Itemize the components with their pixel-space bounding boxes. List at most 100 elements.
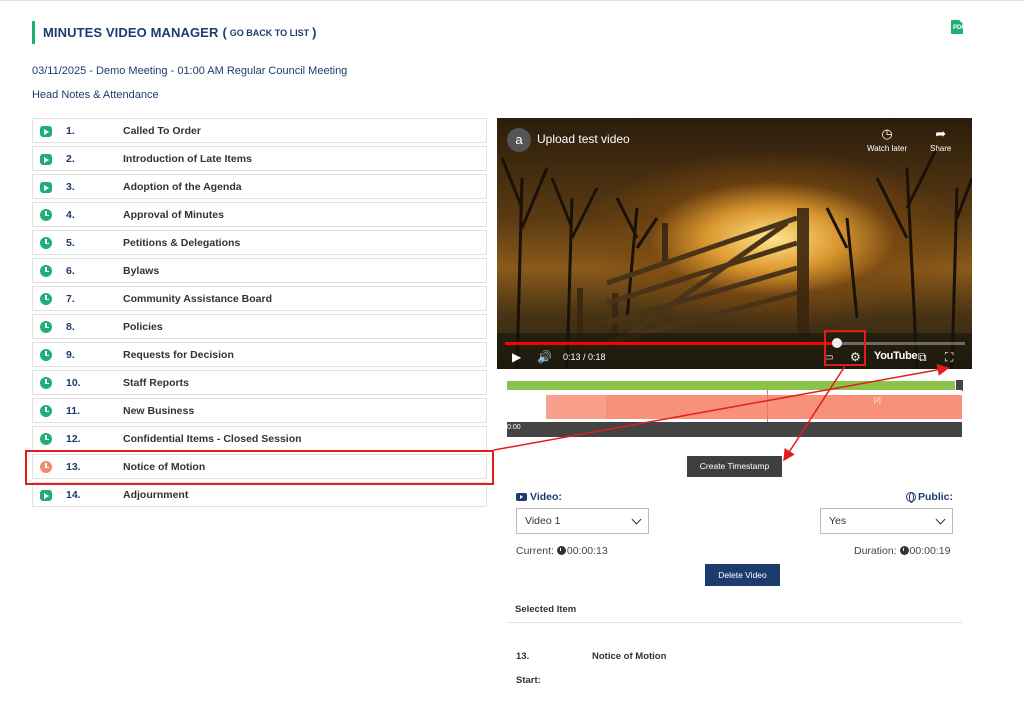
agenda-item-number: 7.	[66, 292, 75, 305]
share-button[interactable]: ➦ Share	[930, 126, 951, 153]
public-select-value: Yes	[829, 515, 847, 527]
agenda-item-label: Approval of Minutes	[123, 208, 224, 221]
agenda-item-number: 8.	[66, 320, 75, 333]
agenda-item[interactable]: 12. Confidential Items - Closed Session	[32, 426, 487, 451]
agenda-item[interactable]: 4. Approval of Minutes	[32, 202, 487, 227]
agenda-item[interactable]: 2. Introduction of Late Items	[32, 146, 487, 171]
agenda-item[interactable]: 5. Petitions & Delegations	[32, 230, 487, 255]
agenda-item-number: 2.	[66, 152, 75, 165]
clock-icon[interactable]	[40, 349, 52, 361]
progress-played	[505, 342, 838, 345]
clock-icon: ◷	[881, 126, 893, 141]
current-label: Current:	[516, 545, 554, 557]
agenda-item-label: Introduction of Late Items	[123, 152, 252, 165]
agenda-item-number: 5.	[66, 236, 75, 249]
public-select-label: Public:	[906, 491, 954, 504]
agenda-item[interactable]: 8. Policies	[32, 314, 487, 339]
agenda-item-number: 10.	[66, 376, 81, 389]
create-timestamp-button[interactable]: Create Timestamp	[687, 456, 782, 477]
agenda-item-number: 9.	[66, 348, 75, 361]
agenda-item-number: 6.	[66, 264, 75, 277]
agenda-item[interactable]: 10. Staff Reports	[32, 370, 487, 395]
delete-video-button[interactable]: Delete Video	[705, 564, 780, 586]
timeline-start-label: 0:00	[507, 424, 521, 431]
video-select[interactable]: Video 1	[516, 508, 649, 534]
agenda-item[interactable]: 6. Bylaws	[32, 258, 487, 283]
annotation-highlight-scrubber	[824, 330, 866, 366]
agenda-item-number: 1.	[66, 124, 75, 137]
clock-icon[interactable]	[40, 209, 52, 221]
timeline[interactable]: [2] 0:00	[507, 380, 963, 437]
agenda-item[interactable]: 14. Adjournment	[32, 482, 487, 507]
video-title[interactable]: Upload test video	[537, 132, 630, 146]
page-header: MINUTES VIDEO MANAGER ( GO BACK TO LIST …	[32, 21, 316, 44]
cast-icon[interactable]: ⧉	[918, 350, 927, 365]
clock-icon[interactable]	[40, 377, 52, 389]
clock-icon[interactable]	[40, 265, 52, 277]
go-back-link[interactable]: GO BACK TO LIST	[230, 28, 309, 38]
agenda-item-label: Adjournment	[123, 488, 189, 501]
divider	[507, 622, 962, 623]
agenda-item-label: Adoption of the Agenda	[123, 180, 242, 193]
agenda-item-label: Staff Reports	[123, 376, 189, 389]
video-player[interactable]: a Upload test video ◷ Watch later ➦ Shar…	[497, 118, 972, 369]
video-play-icon[interactable]	[40, 154, 52, 165]
agenda-item[interactable]: 9. Requests for Decision	[32, 342, 487, 367]
clock-icon	[899, 546, 909, 555]
selected-item-number: 13.	[516, 651, 530, 662]
selected-item-name: Notice of Motion	[592, 651, 667, 662]
play-icon[interactable]: ▶	[512, 350, 521, 364]
paren-open: (	[222, 25, 227, 40]
video-play-icon[interactable]	[40, 182, 52, 193]
chevron-down-icon	[935, 514, 946, 525]
agenda-item-label: Petitions & Delegations	[123, 236, 241, 249]
duration-label: Duration:	[854, 545, 897, 557]
agenda-item[interactable]: 7. Community Assistance Board	[32, 286, 487, 311]
agenda-item-number: 3.	[66, 180, 75, 193]
share-label: Share	[930, 144, 952, 153]
watch-later-button[interactable]: ◷ Watch later	[867, 126, 907, 153]
current-value: 00:00:13	[566, 545, 608, 557]
timeline-segment-start[interactable]	[546, 395, 606, 419]
agenda-item-number: 4.	[66, 208, 75, 221]
clock-icon[interactable]	[40, 237, 52, 249]
public-label-text: Public:	[918, 491, 954, 503]
globe-icon	[906, 492, 916, 504]
clock-icon[interactable]	[40, 405, 52, 417]
pdf-icon[interactable]: PDF	[951, 20, 965, 34]
agenda-item-number: 14.	[66, 488, 81, 501]
agenda-item-label: Confidential Items - Closed Session	[123, 432, 302, 445]
youtube-icon	[516, 493, 527, 502]
page-title: MINUTES VIDEO MANAGER	[43, 25, 219, 40]
timeline-segment[interactable]	[546, 395, 962, 419]
clock-icon[interactable]	[40, 321, 52, 333]
agenda-item-label: Community Assistance Board	[123, 292, 272, 305]
head-notes-link[interactable]: Head Notes & Attendance	[32, 89, 159, 101]
video-label-text: Video:	[530, 491, 562, 503]
timeline-playhead[interactable]	[767, 390, 768, 422]
agenda-item[interactable]: 11. New Business	[32, 398, 487, 423]
paren-close: )	[312, 25, 317, 40]
clock-icon[interactable]	[40, 293, 52, 305]
video-select-value: Video 1	[525, 515, 561, 527]
timeline-range-bar[interactable]	[507, 381, 955, 390]
timeline-segment-label: [2]	[874, 398, 881, 404]
video-select-label: Video:	[516, 491, 562, 503]
volume-icon[interactable]: 🔊	[537, 350, 552, 364]
channel-avatar[interactable]: a	[507, 128, 531, 152]
fullscreen-icon[interactable]: ⛶	[945, 350, 953, 365]
duration-time: Duration: 00:00:19	[854, 545, 950, 557]
public-select[interactable]: Yes	[820, 508, 953, 534]
agenda-item-label: Bylaws	[123, 264, 160, 277]
agenda-item[interactable]: 1. Called To Order	[32, 118, 487, 143]
agenda-item-number: 12.	[66, 432, 81, 445]
video-play-icon[interactable]	[40, 490, 52, 501]
pdf-icon-glyph: PDF	[953, 25, 965, 31]
timeline-axis	[507, 422, 962, 437]
agenda-item[interactable]: 3. Adoption of the Agenda	[32, 174, 487, 199]
video-play-icon[interactable]	[40, 126, 52, 137]
watch-later-label: Watch later	[867, 144, 908, 153]
clock-icon[interactable]	[40, 433, 52, 445]
youtube-logo[interactable]: YouTube	[874, 350, 918, 362]
agenda-item-label: Requests for Decision	[123, 348, 234, 361]
